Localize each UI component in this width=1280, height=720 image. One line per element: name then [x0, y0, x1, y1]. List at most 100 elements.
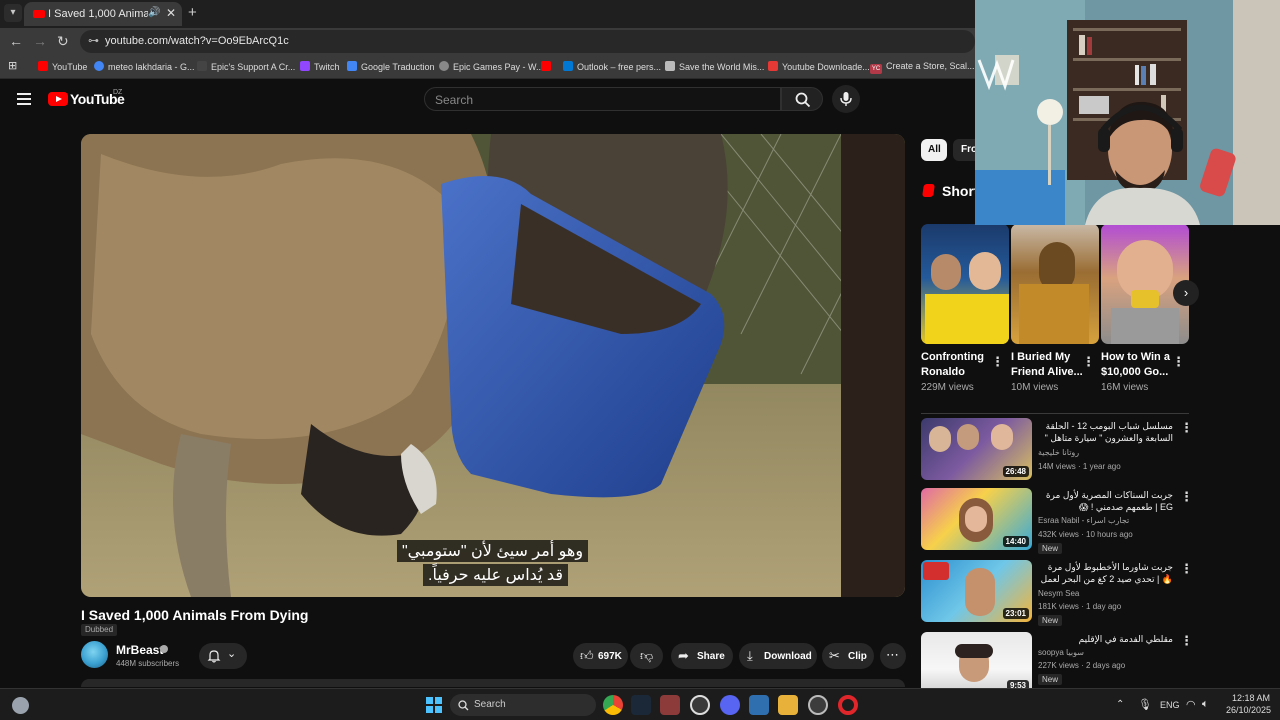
- clip-label: Clip: [848, 651, 867, 662]
- wifi-icon[interactable]: ◠: [1186, 698, 1196, 711]
- microphone-icon[interactable]: 🎙︎: [1138, 698, 1152, 711]
- short-thumbnail-1[interactable]: [921, 224, 1009, 344]
- like-button[interactable]: 👍︎ 697K: [573, 643, 628, 669]
- channel-name[interactable]: MrBeast: [116, 643, 163, 657]
- short-title-3[interactable]: How to Win a $10,000 Go...: [1101, 350, 1173, 380]
- reload-icon[interactable]: ↻: [57, 33, 69, 50]
- subtitle-line-2: قد يُداس عليه حرفياً.: [423, 564, 568, 586]
- shorts-logo-icon: [922, 184, 935, 197]
- browser-tab-active[interactable]: I Saved 1,000 Animals From 🔊 ✕: [24, 2, 182, 26]
- rec-title-4[interactable]: مقلطي الفدمة في الإقليم: [1037, 633, 1173, 645]
- snipping-tool-icon[interactable]: [660, 695, 680, 715]
- dislike-button[interactable]: 👎︎: [630, 643, 663, 669]
- photos-icon[interactable]: [749, 695, 769, 715]
- bookmark-google-traduction[interactable]: Google Traduction: [347, 61, 435, 72]
- apps-grid-icon[interactable]: ⊞: [8, 59, 17, 72]
- voice-search-button[interactable]: [832, 85, 860, 113]
- rec-channel-1[interactable]: روتانا خليجية: [1038, 448, 1079, 457]
- bookmark-epic-pay[interactable]: Epic Games Pay - W...: [439, 61, 544, 72]
- short-2-more-icon[interactable]: ⋮: [1082, 354, 1095, 370]
- bookmark-create-store[interactable]: YC Create a Store, Scal...: [870, 61, 975, 74]
- new-badge: New: [1038, 543, 1063, 554]
- rec-meta-3: 181K views · 1 day ago: [1038, 602, 1122, 611]
- new-tab-button[interactable]: +: [188, 4, 197, 21]
- rec-meta-1: 14M views · 1 year ago: [1038, 462, 1121, 471]
- url-text[interactable]: youtube.com/watch?v=Oo9EbArcQ1c: [105, 35, 289, 47]
- discord-icon[interactable]: [720, 695, 740, 715]
- rec-title-2[interactable]: جربت السناكات المصرية لأول مرة EG | طعمه…: [1037, 489, 1173, 513]
- rec-thumbnail-2[interactable]: 14:40: [921, 488, 1032, 550]
- back-arrow-icon[interactable]: ←: [9, 33, 23, 49]
- clock-date[interactable]: 26/10/2025: [1226, 705, 1271, 715]
- clip-button[interactable]: ✂ Clip: [822, 643, 874, 669]
- rec-3-more-icon[interactable]: ⋮: [1180, 561, 1193, 577]
- subscriber-count: 448M subscribers: [116, 659, 180, 668]
- bookmark-epic-support[interactable]: Epic's Support A Cr...: [197, 61, 295, 72]
- short-title-1[interactable]: Confronting Ronaldo: [921, 350, 993, 380]
- rec-title-3[interactable]: جربت شاورما الأخطبوط لأول مرة 🔥 | تحدي ص…: [1037, 561, 1173, 585]
- speaker-icon[interactable]: 🔊: [148, 7, 160, 18]
- obs-icon[interactable]: [808, 695, 828, 715]
- search-button[interactable]: [781, 87, 823, 111]
- rec-thumbnail-3[interactable]: 23:01: [921, 560, 1032, 622]
- section-divider: [921, 413, 1189, 414]
- rec-1-more-icon[interactable]: ⋮: [1180, 420, 1193, 436]
- fortnite-icon: [665, 61, 675, 71]
- steam-icon[interactable]: [631, 695, 651, 715]
- description-box[interactable]: [81, 679, 905, 687]
- tab-search-menu-icon[interactable]: ▾: [4, 4, 22, 22]
- rec-channel-2[interactable]: Esraa Nabil - تجارب اسراء: [1038, 516, 1129, 525]
- short-title-2[interactable]: I Buried My Friend Alive...: [1011, 350, 1083, 380]
- short-thumbnail-2[interactable]: [1011, 224, 1099, 344]
- chrome-icon[interactable]: [603, 695, 623, 715]
- rec-thumbnail-4[interactable]: 9:53: [921, 632, 1032, 694]
- share-button[interactable]: ➦ Share: [671, 643, 733, 669]
- opera-icon[interactable]: [838, 695, 858, 715]
- bookmark-twitch[interactable]: Twitch: [300, 61, 340, 72]
- widgets-icon[interactable]: [12, 697, 29, 714]
- short-1-more-icon[interactable]: ⋮: [991, 354, 1004, 370]
- more-horizontal-icon: ⋯: [886, 647, 899, 662]
- bookmark-youtube-2[interactable]: [541, 61, 555, 72]
- forward-arrow-icon[interactable]: →: [33, 33, 47, 49]
- rec-title-1[interactable]: مسلسل شباب البومب 12 - الحلقة السابعة وا…: [1037, 420, 1173, 444]
- short-3-more-icon[interactable]: ⋮: [1172, 354, 1185, 370]
- video-player[interactable]: وهو أمر سيئ لأن "ستومبي" قد يُداس عليه ح…: [81, 134, 905, 597]
- bookmark-youtube-downloader[interactable]: Youtube Downloade...: [768, 61, 870, 72]
- shorts-next-button[interactable]: ›: [1173, 280, 1199, 306]
- rec-4-more-icon[interactable]: ⋮: [1180, 633, 1193, 649]
- channel-avatar[interactable]: [81, 641, 108, 668]
- youtube-logo-icon[interactable]: [48, 92, 68, 106]
- rec-thumbnail-1[interactable]: 26:48: [921, 418, 1032, 480]
- twitch-icon: [300, 61, 310, 71]
- windows-start-icon[interactable]: [426, 697, 442, 713]
- menu-icon[interactable]: [17, 93, 31, 105]
- chatgpt-icon[interactable]: [690, 695, 710, 715]
- rec-channel-4[interactable]: soopya سوبيا: [1038, 648, 1084, 657]
- rec-channel-3[interactable]: Nesym Sea: [1038, 589, 1079, 598]
- bookmark-outlook[interactable]: Outlook – free pers...: [563, 61, 661, 72]
- site-info-icon[interactable]: ⊶: [88, 34, 99, 47]
- bookmark-save-the-world[interactable]: Save the World Mis...: [665, 61, 764, 72]
- bookmark-meteo[interactable]: meteo lakhdaria - G...: [94, 61, 195, 72]
- taskbar-search-box[interactable]: Search: [450, 694, 596, 716]
- more-actions-button[interactable]: ⋯: [880, 643, 906, 669]
- language-indicator[interactable]: ENG: [1160, 700, 1180, 710]
- search-icon: [458, 700, 469, 711]
- windows-taskbar: Search ⌃ 🎙︎ ENG ◠ 🔈︎ 12:18 AM 26/10/2025: [0, 688, 1280, 720]
- download-button[interactable]: ⤓ Download: [739, 643, 817, 669]
- translate-icon: [347, 61, 357, 71]
- clock-time[interactable]: 12:18 AM: [1232, 693, 1270, 703]
- download-icon: ⤓: [747, 648, 753, 663]
- rec-2-more-icon[interactable]: ⋮: [1180, 489, 1193, 505]
- bookmark-youtube[interactable]: YouTube: [38, 61, 87, 72]
- tab-close-icon[interactable]: ✕: [166, 6, 176, 20]
- volume-icon[interactable]: 🔈︎: [1202, 698, 1209, 711]
- bell-icon: [207, 650, 221, 663]
- chip-all[interactable]: All: [921, 139, 947, 161]
- omnibox[interactable]: ⊶ youtube.com/watch?v=Oo9EbArcQ1c: [80, 30, 975, 53]
- file-explorer-icon[interactable]: [778, 695, 798, 715]
- notification-bell-button[interactable]: ⌄: [199, 643, 247, 669]
- search-input[interactable]: Search: [424, 87, 781, 111]
- chevron-up-icon[interactable]: ⌃: [1116, 699, 1124, 710]
